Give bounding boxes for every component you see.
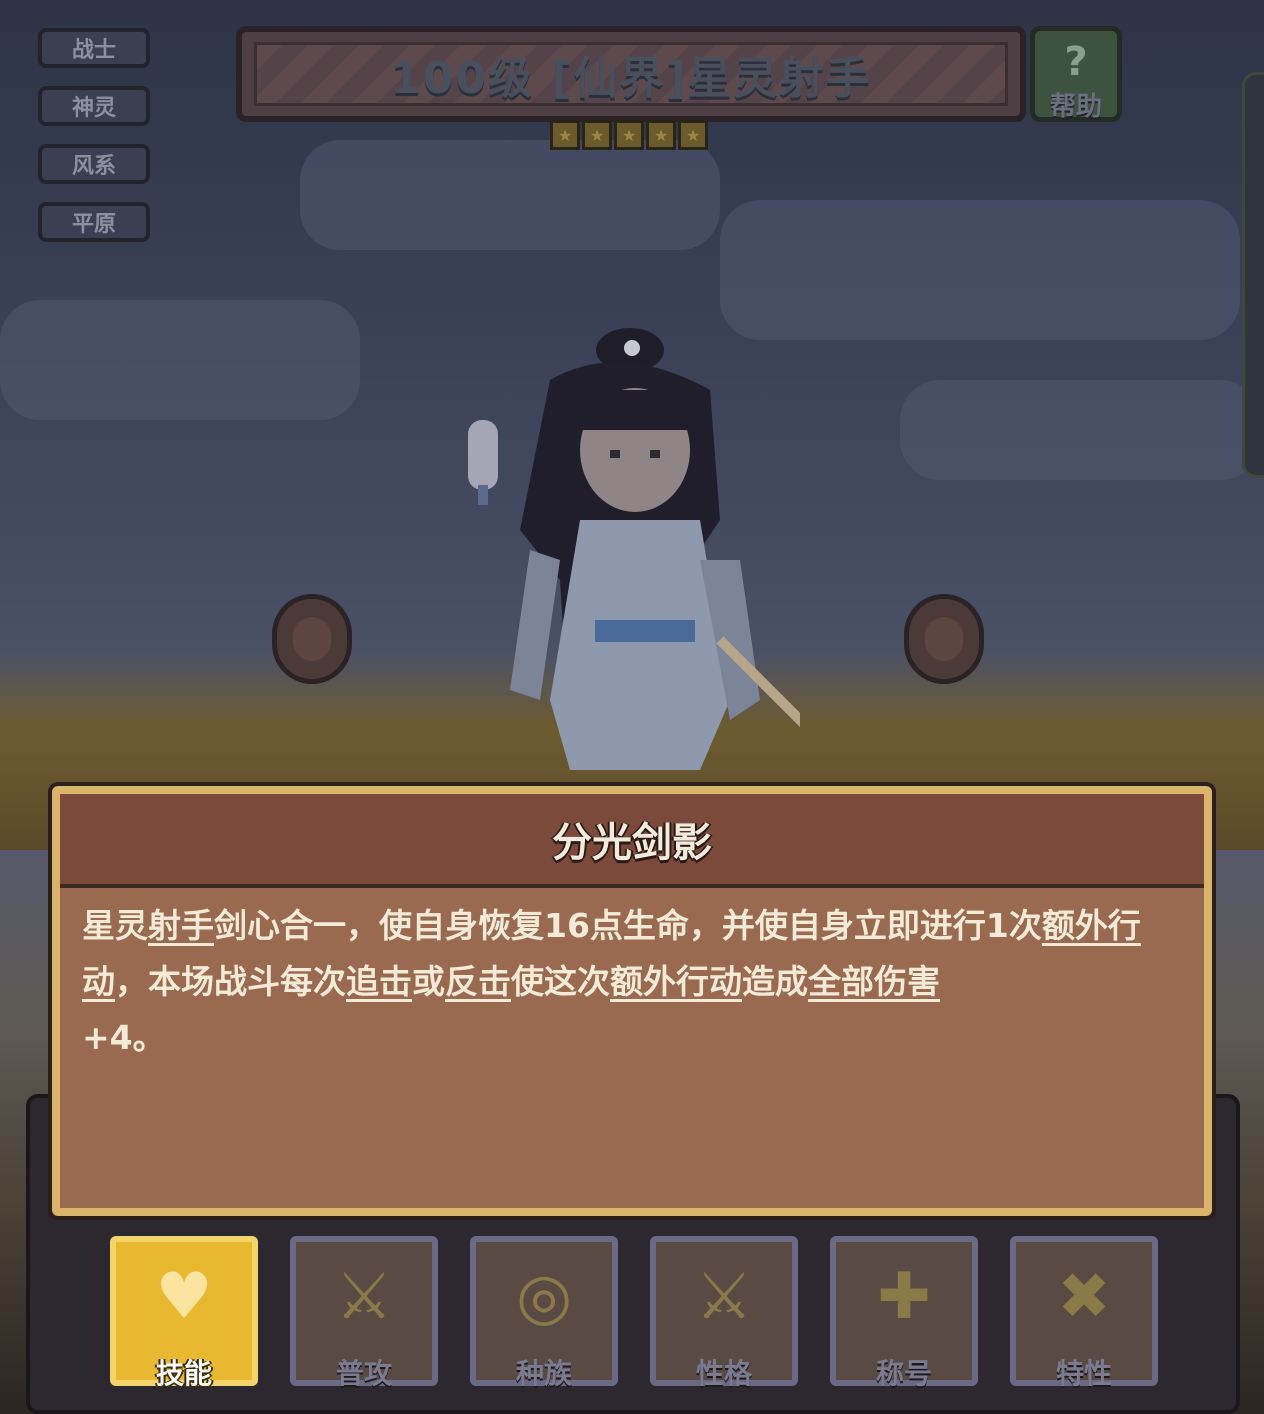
skill-name: 分光剑影 (552, 820, 712, 866)
sword-icon: ⚔ (335, 1260, 393, 1334)
star-icon: ★ (582, 120, 612, 150)
crossed-swords-icon: ✖ (1057, 1260, 1111, 1334)
keyword-link[interactable]: 反击 (445, 962, 511, 1001)
tab-label: 普攻 (335, 1357, 392, 1390)
heart-icon: ♥ (155, 1260, 213, 1334)
tab-label: 种族 (515, 1357, 572, 1390)
tag-race[interactable]: 神灵 (38, 86, 150, 126)
cross-icon: ✚ (877, 1260, 931, 1334)
cloud (300, 140, 720, 250)
tab-label: 特性 (1055, 1357, 1112, 1390)
question-icon: ? (1064, 39, 1088, 85)
bottom-tab-bar: ♥ 技能 ⚔ 普攻 ◎ 种族 ⚔ 性格 ✚ 称号 ✖ 特性 (110, 1236, 1158, 1390)
keyword-link[interactable]: 射手 (148, 906, 214, 945)
keyword-link[interactable]: 全部伤害 (808, 962, 940, 1001)
skill-dialog: 分光剑影 星灵射手剑心合一，使自身恢复16点生命，并使自身立即进行1次额外行动 ，… (52, 786, 1212, 1216)
tab-race[interactable]: ◎ 种族 (470, 1236, 618, 1390)
keyword-link[interactable]: 追击 (346, 962, 412, 1001)
tab-normal-attack[interactable]: ⚔ 普攻 (290, 1236, 438, 1390)
tag-element[interactable]: 风系 (38, 144, 150, 184)
tab-title[interactable]: ✚ 称号 (830, 1236, 978, 1390)
desc-text: 造成 (742, 962, 808, 1001)
cloud (0, 300, 360, 420)
desc-text: ，本场战斗每次 (115, 962, 346, 1001)
tab-label: 性格 (695, 1357, 752, 1390)
skill-description: 星灵射手剑心合一，使自身恢复16点生命，并使自身立即进行1次额外行动 ，本场战斗每… (60, 888, 1204, 1208)
tag-terrain[interactable]: 平原 (38, 202, 150, 242)
star-icon: ★ (646, 120, 676, 150)
desc-text: +4。 (82, 1018, 166, 1057)
star-icon: ★ (550, 120, 580, 150)
character-sprite (468, 328, 800, 770)
star-icon: ★ (614, 120, 644, 150)
side-panel-edge[interactable] (1242, 72, 1264, 478)
tag-class[interactable]: 战士 (38, 28, 150, 68)
cloud (900, 380, 1260, 480)
tab-label: 技能 (155, 1357, 212, 1390)
tab-label: 称号 (875, 1357, 932, 1390)
desc-text: 剑心合一，使自身恢复16点生命，并使自身立即进行1次 (214, 906, 1042, 945)
sword-icon: ⚔ (695, 1260, 753, 1334)
star-icon: ★ (678, 120, 708, 150)
star-rating: ★ ★ ★ ★ ★ (550, 120, 708, 150)
unit-title-banner: 100级 [仙界]星灵射手 (236, 26, 1026, 122)
tab-skill[interactable]: ♥ 技能 (110, 1236, 258, 1390)
unit-title: 100级 [仙界]星灵射手 (390, 53, 872, 104)
desc-text: 使这次 (511, 962, 610, 1001)
tab-personality[interactable]: ⚔ 性格 (650, 1236, 798, 1390)
help-button[interactable]: ? 帮助 (1030, 26, 1122, 122)
race-icon: ◎ (516, 1260, 572, 1334)
skill-dialog-header: 分光剑影 (60, 794, 1204, 890)
desc-text: 星灵 (82, 906, 148, 945)
left-orb-icon[interactable] (272, 594, 352, 684)
help-label: 帮助 (1049, 92, 1102, 122)
cloud (720, 200, 1240, 340)
tab-trait[interactable]: ✖ 特性 (1010, 1236, 1158, 1390)
right-orb-icon[interactable] (904, 594, 984, 684)
desc-text: 或 (412, 962, 445, 1001)
keyword-link[interactable]: 额外行动 (610, 962, 742, 1001)
